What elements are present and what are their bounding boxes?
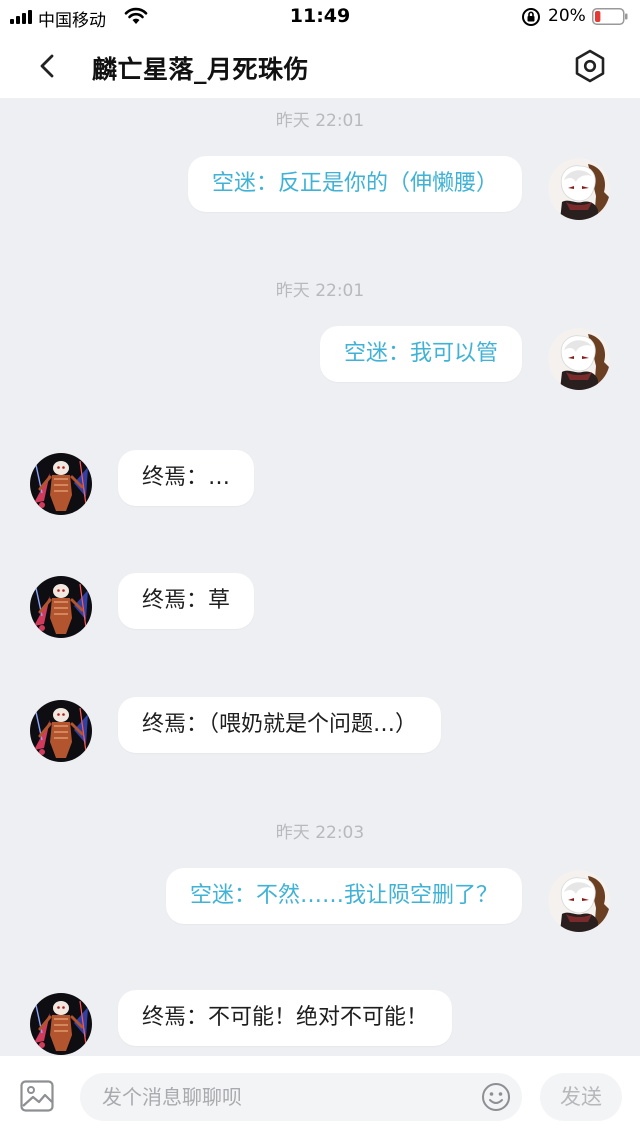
contact-avatar[interactable] [30,700,92,762]
battery-percent: 20% [548,6,586,26]
input-bar: 发送 [0,1056,640,1138]
settings-icon[interactable] [572,48,608,84]
my-avatar[interactable] [548,158,610,220]
message-group: 昨天 22:03 空迷：不然……我让陨空删了？ [0,810,640,960]
timestamp: 昨天 22:03 [275,823,365,843]
send-button[interactable]: 发送 [540,1073,622,1121]
image-icon[interactable] [20,1080,54,1112]
message-bubble-incoming[interactable]: 终焉：（喂奶就是个问题…） [118,697,442,753]
message-bubble-incoming[interactable]: 终焉：草 [118,573,255,629]
chat-messages[interactable]: 昨天 22:01 空迷：反正是你的（伸懒腰） 昨天 22:01 空迷：我可以管 … [0,98,640,1056]
message-input[interactable] [80,1073,522,1121]
smiley-icon[interactable] [481,1082,511,1112]
message-group: 终焉：（喂奶就是个问题…） [0,685,640,775]
battery-icon [592,8,628,25]
message-group: 终焉：不可能！绝对不可能！ [0,978,640,1056]
message-group: 昨天 22:01 空迷：我可以管 [0,268,640,418]
message-bubble-outgoing[interactable]: 空迷：不然……我让陨空删了？ [165,868,522,924]
message-group: 终焉：… [0,438,640,528]
clock: 11:49 [289,5,351,27]
timestamp: 昨天 22:01 [275,281,365,301]
chat-title: 麟亡星落_月死珠伤 [92,55,310,84]
message-bubble-incoming[interactable]: 终焉：不可能！绝对不可能！ [118,990,453,1046]
message-group: 昨天 22:01 空迷：反正是你的（伸懒腰） [0,98,640,248]
contact-avatar[interactable] [30,453,92,515]
message-bubble-outgoing[interactable]: 空迷：反正是你的（伸懒腰） [187,156,522,212]
timestamp: 昨天 22:01 [275,111,365,131]
message-bubble-outgoing[interactable]: 空迷：我可以管 [319,326,522,382]
contact-avatar[interactable] [30,993,92,1055]
contact-avatar[interactable] [30,576,92,638]
status-bar: 中国移动 11:49 20% [0,0,640,34]
nav-bar: 麟亡星落_月死珠伤 [0,34,640,98]
my-avatar[interactable] [548,328,610,390]
message-bubble-incoming[interactable]: 终焉：… [118,450,255,506]
rotation-lock-icon [522,8,540,26]
back-icon[interactable] [34,52,62,80]
my-avatar[interactable] [548,870,610,932]
message-group: 终焉：草 [0,561,640,651]
